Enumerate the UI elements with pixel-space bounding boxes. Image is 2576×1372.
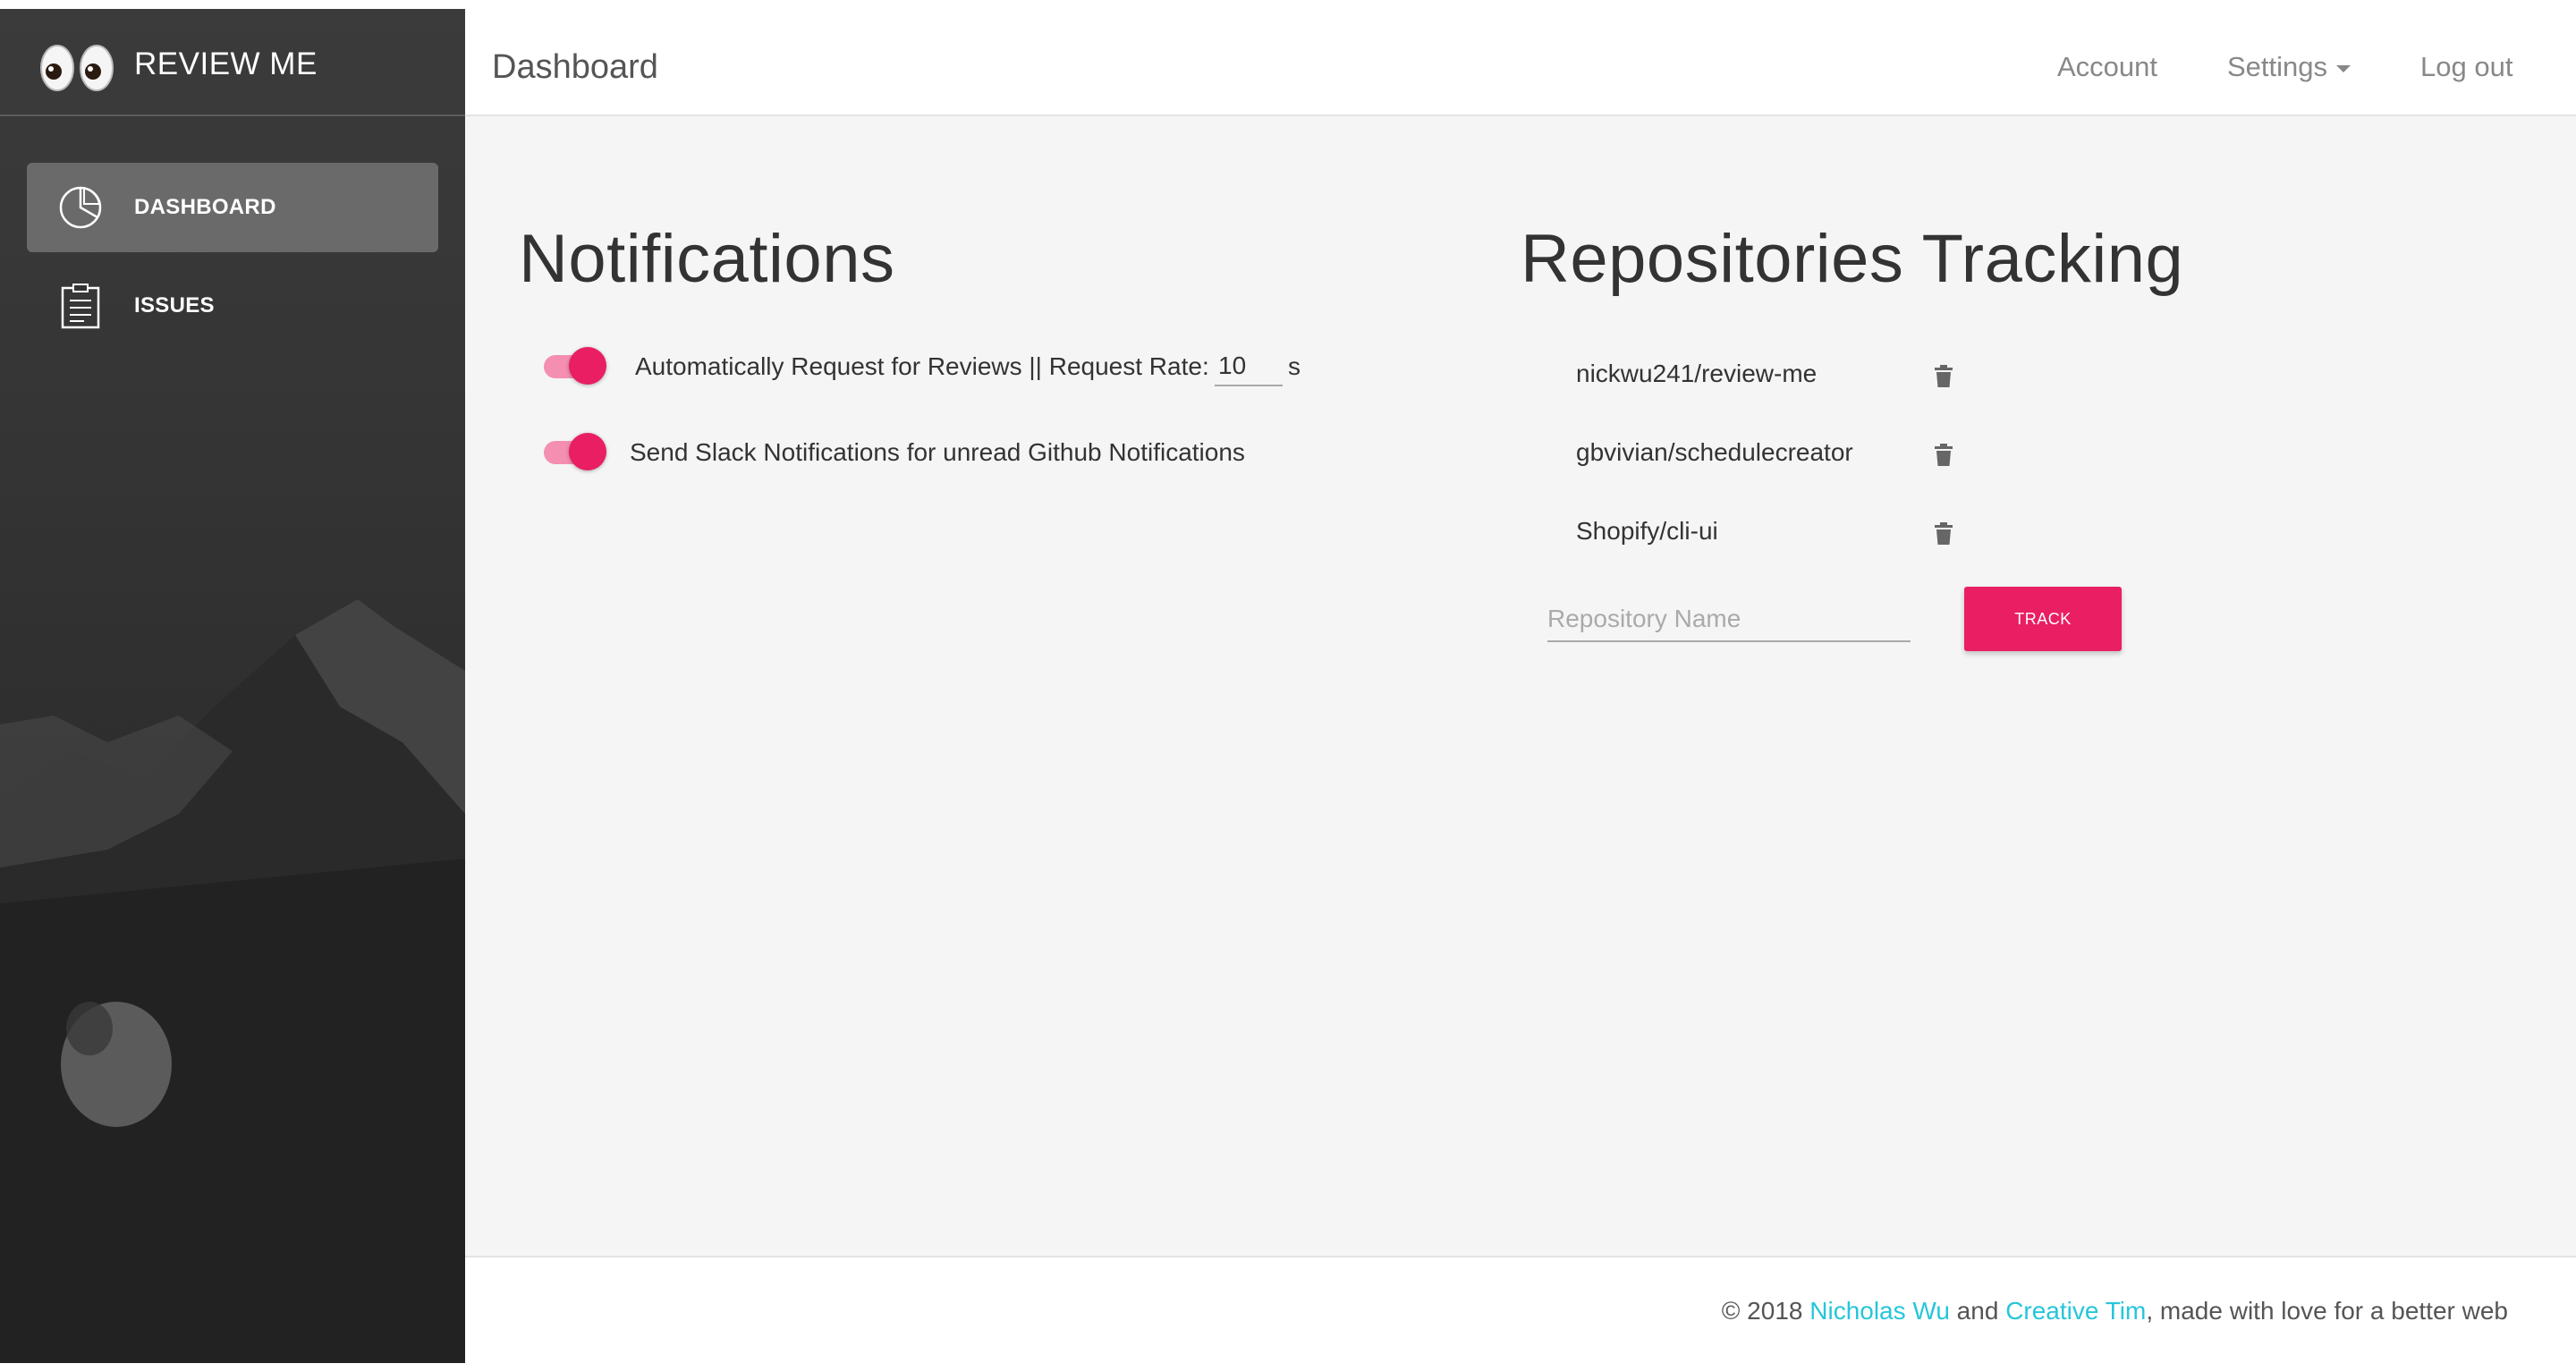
sidebar-item-issues[interactable]: ISSUES — [27, 261, 438, 351]
repository-name-input[interactable] — [1547, 597, 1911, 642]
request-rate-unit: s — [1288, 352, 1301, 380]
repo-item-name: Shopify/cli-ui — [1576, 517, 1718, 545]
main-content: Dashboard Account Settings Log out Notif… — [465, 9, 2576, 1363]
repositories-title: Repositories Tracking — [1521, 221, 2184, 297]
footer-prefix: © 2018 — [1721, 1297, 1810, 1325]
sidebar-item-label: ISSUES — [134, 293, 215, 318]
sidebar: REVIEW ME DASHBOARD ISSUES — [0, 9, 465, 1363]
eyes-emoji-icon — [40, 45, 114, 91]
sidebar-item-dashboard[interactable]: DASHBOARD — [27, 163, 438, 252]
creative-tim-link[interactable]: Creative Tim — [2005, 1297, 2146, 1325]
footer: © 2018 Nicholas Wu and Creative Tim, mad… — [465, 1256, 2576, 1363]
slack-notifications-label: Send Slack Notifications for unread Gith… — [630, 438, 1245, 466]
clipboard-icon — [61, 284, 100, 329]
auto-request-label: Automatically Request for Reviews || Req… — [635, 352, 1209, 380]
auto-request-toggle[interactable] — [542, 345, 606, 385]
toggle-knob — [569, 433, 606, 470]
logout-link[interactable]: Log out — [2420, 51, 2512, 83]
brand-title: REVIEW ME — [134, 47, 318, 81]
footer-copyright: © 2018 Nicholas Wu and Creative Tim, mad… — [1722, 1297, 2508, 1325]
pie-chart-icon — [59, 186, 102, 229]
settings-dropdown[interactable]: Settings — [2227, 51, 2351, 83]
app-window: REVIEW ME DASHBOARD ISSUES Dashboard Acc… — [0, 9, 2576, 1363]
toggle-knob — [569, 347, 606, 385]
footer-suffix: , made with love for a better web — [2146, 1297, 2508, 1325]
author-link[interactable]: Nicholas Wu — [1809, 1297, 1950, 1325]
request-rate-input[interactable] — [1215, 347, 1283, 386]
trash-icon[interactable] — [1934, 365, 1953, 388]
slack-notifications-toggle[interactable] — [542, 431, 606, 470]
notifications-title: Notifications — [519, 221, 895, 297]
account-link[interactable]: Account — [2057, 51, 2157, 83]
repo-item-name: gbvivian/schedulecreator — [1576, 438, 1853, 466]
caret-down-icon — [2336, 64, 2351, 72]
top-navbar: Dashboard Account Settings Log out — [465, 9, 2576, 116]
trash-icon[interactable] — [1934, 522, 1953, 546]
brand[interactable]: REVIEW ME — [0, 9, 465, 116]
page-title: Dashboard — [492, 48, 658, 86]
settings-label: Settings — [2227, 51, 2328, 82]
sidebar-item-label: DASHBOARD — [134, 195, 276, 219]
track-button[interactable]: TRACK — [1964, 587, 2122, 651]
footer-and: and — [1949, 1297, 2006, 1325]
repo-item-name: nickwu241/review-me — [1576, 360, 1818, 387]
trash-icon[interactable] — [1934, 444, 1953, 467]
